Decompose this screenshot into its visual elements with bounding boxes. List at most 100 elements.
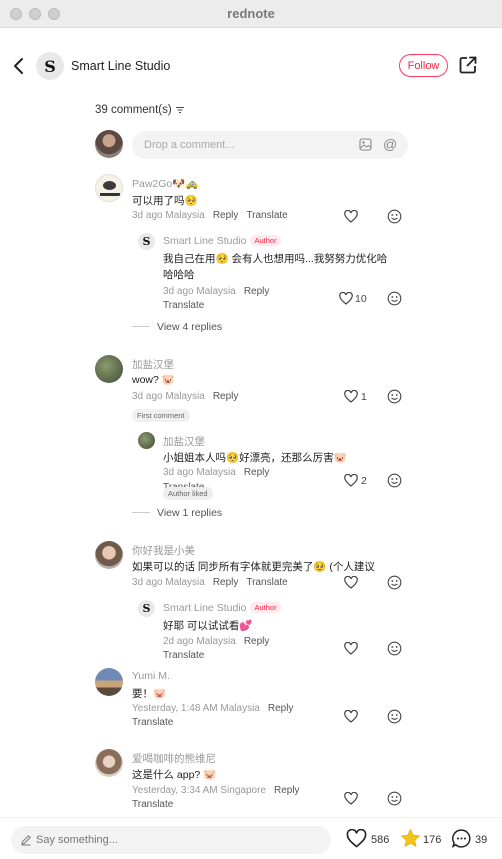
image-icon[interactable] [359, 138, 372, 151]
comment-text: 这是什么 app? 🐷 [132, 769, 217, 781]
avatar[interactable] [95, 174, 123, 202]
reply-meta: 3d ago Malaysia Reply [163, 286, 269, 297]
author-badge: Author [250, 602, 281, 613]
reply-button[interactable]: Reply [244, 467, 270, 478]
reply-button[interactable]: Reply [268, 703, 294, 714]
comment-meta: Yesterday, 1:48 AM Malaysia Reply [132, 703, 293, 714]
view-replies-link[interactable]: View 1 replies [157, 507, 222, 519]
commenter-name[interactable]: 爱喝咖啡的熊维尼 [132, 751, 216, 766]
comment-time-location: 3d ago Malaysia [132, 577, 205, 588]
avatar[interactable] [95, 749, 123, 777]
like-icon[interactable] [344, 390, 358, 403]
avatar[interactable] [138, 432, 155, 449]
reply-author-name[interactable]: 加盐汉堡 [163, 434, 205, 449]
like-count: 2 [361, 475, 367, 487]
translate-button[interactable]: Translate [163, 300, 204, 311]
share-icon[interactable] [458, 55, 478, 75]
reply-button[interactable]: Reply [244, 286, 270, 297]
commenter-name[interactable]: 加盐汉堡 [132, 357, 174, 372]
first-comment-badge: First comment [132, 409, 190, 422]
post-header: S Smart Line Studio Follow [0, 28, 502, 104]
like-icon[interactable] [344, 642, 358, 655]
current-user-avatar [95, 130, 123, 158]
emoji-react-icon[interactable] [387, 291, 402, 306]
studio-logo-icon: S [142, 235, 151, 248]
reply-button[interactable]: Reply [274, 785, 300, 796]
avatar[interactable] [95, 355, 123, 383]
comment-meta: 3d ago Malaysia Reply Translate [132, 577, 288, 588]
like-icon[interactable] [344, 210, 358, 223]
say-something-input[interactable]: Say something... [11, 826, 331, 854]
reply-button[interactable]: Reply [213, 210, 239, 221]
emoji-react-icon[interactable] [387, 389, 402, 404]
reply-button[interactable]: Reply [213, 577, 239, 588]
commenter-name[interactable]: Paw2Go🐶🚕 [132, 177, 198, 190]
author-name[interactable]: Smart Line Studio [71, 59, 170, 73]
emoji-react-icon[interactable] [387, 209, 402, 224]
translate-button[interactable]: Translate [246, 210, 287, 221]
author-avatar[interactable]: S [36, 52, 64, 80]
reply-text: 我自己在用🥺 会有人也想用吗...我努努力优化哈 [163, 253, 388, 265]
reply-meta: 3d ago Malaysia Reply [163, 467, 269, 478]
comment-text: 如果可以的话 同步所有字体就更完美了🥹 (个人建议 [132, 561, 375, 573]
back-arrow-icon[interactable] [10, 55, 28, 77]
app-window: rednote S Smart Line Studio Follow 39 co… [0, 0, 502, 859]
emoji-react-icon[interactable] [387, 575, 402, 590]
reply-author-name: Smart Line Studio [163, 602, 247, 614]
comment-time-location: 3d ago Malaysia [132, 210, 205, 221]
emoji-react-icon[interactable] [387, 791, 402, 806]
like-icon[interactable] [344, 576, 358, 589]
mention-icon[interactable]: @ [383, 136, 397, 152]
translate-button[interactable]: Translate [132, 717, 173, 728]
comment-time-location: 3d ago Malaysia [132, 391, 205, 402]
commenter-name[interactable]: 你好我是小美 [132, 543, 195, 558]
avatar[interactable] [95, 541, 123, 569]
divider [132, 512, 150, 513]
star-icon[interactable] [400, 828, 421, 849]
avatar[interactable]: S [138, 600, 155, 617]
follow-button[interactable]: Follow [399, 54, 448, 77]
emoji-react-icon[interactable] [387, 473, 402, 488]
sort-icon[interactable] [175, 106, 185, 114]
comments-count-label: 39 comment(s) [95, 104, 172, 116]
comment-meta: 3d ago Malaysia Reply [132, 391, 238, 402]
reply-author[interactable]: Smart Line Studio Author [163, 602, 281, 614]
star-count: 176 [423, 834, 442, 846]
like-icon[interactable] [344, 792, 358, 805]
commenter-name[interactable]: Yumi M. [132, 670, 170, 682]
reply-time-location: 3d ago Malaysia [163, 467, 236, 478]
translate-button[interactable]: Translate [246, 577, 287, 588]
translate-button[interactable]: Translate [132, 799, 173, 810]
comment-bubble-icon[interactable] [451, 828, 472, 849]
reply-button[interactable]: Reply [213, 391, 239, 402]
view-replies-link[interactable]: View 4 replies [157, 321, 222, 333]
emoji-react-icon[interactable] [387, 709, 402, 724]
like-count: 1 [361, 391, 367, 403]
emoji-react-icon[interactable] [387, 641, 402, 656]
window-title: rednote [227, 6, 275, 21]
reply-author-name: Smart Line Studio [163, 235, 247, 247]
reply-meta: 2d ago Malaysia Reply [163, 636, 269, 647]
like-icon[interactable] [344, 710, 358, 723]
title-bar: rednote [0, 0, 502, 28]
comment-text: wow? 🐷 [132, 374, 175, 386]
comment-text: 要！🐷 [132, 688, 167, 700]
like-icon[interactable] [339, 292, 353, 305]
comments-count[interactable]: 39 comment(s) [95, 104, 185, 116]
reply-author[interactable]: Smart Line Studio Author [163, 235, 281, 247]
reply-button[interactable]: Reply [244, 636, 270, 647]
author-liked-badge: Author liked [163, 487, 213, 500]
reply-text: 好耶 可以试试看💕 [163, 620, 253, 632]
like-post-icon[interactable] [346, 829, 367, 848]
like-icon[interactable] [344, 474, 358, 487]
comment-time-location: Yesterday, 3:34 AM Singapore [132, 785, 266, 796]
reply-time-location: 2d ago Malaysia [163, 636, 236, 647]
translate-button[interactable]: Translate [163, 650, 204, 661]
studio-logo-icon: S [142, 602, 151, 615]
comment-meta: 3d ago Malaysia Reply Translate [132, 210, 288, 221]
avatar[interactable]: S [138, 233, 155, 250]
pencil-icon [21, 835, 31, 846]
avatar[interactable] [95, 668, 123, 696]
reply-text: 小姐姐本人吗🥺好漂亮，还那么厉害🐷 [163, 452, 347, 464]
comment-text: 可以用了吗🥺 [132, 195, 198, 207]
